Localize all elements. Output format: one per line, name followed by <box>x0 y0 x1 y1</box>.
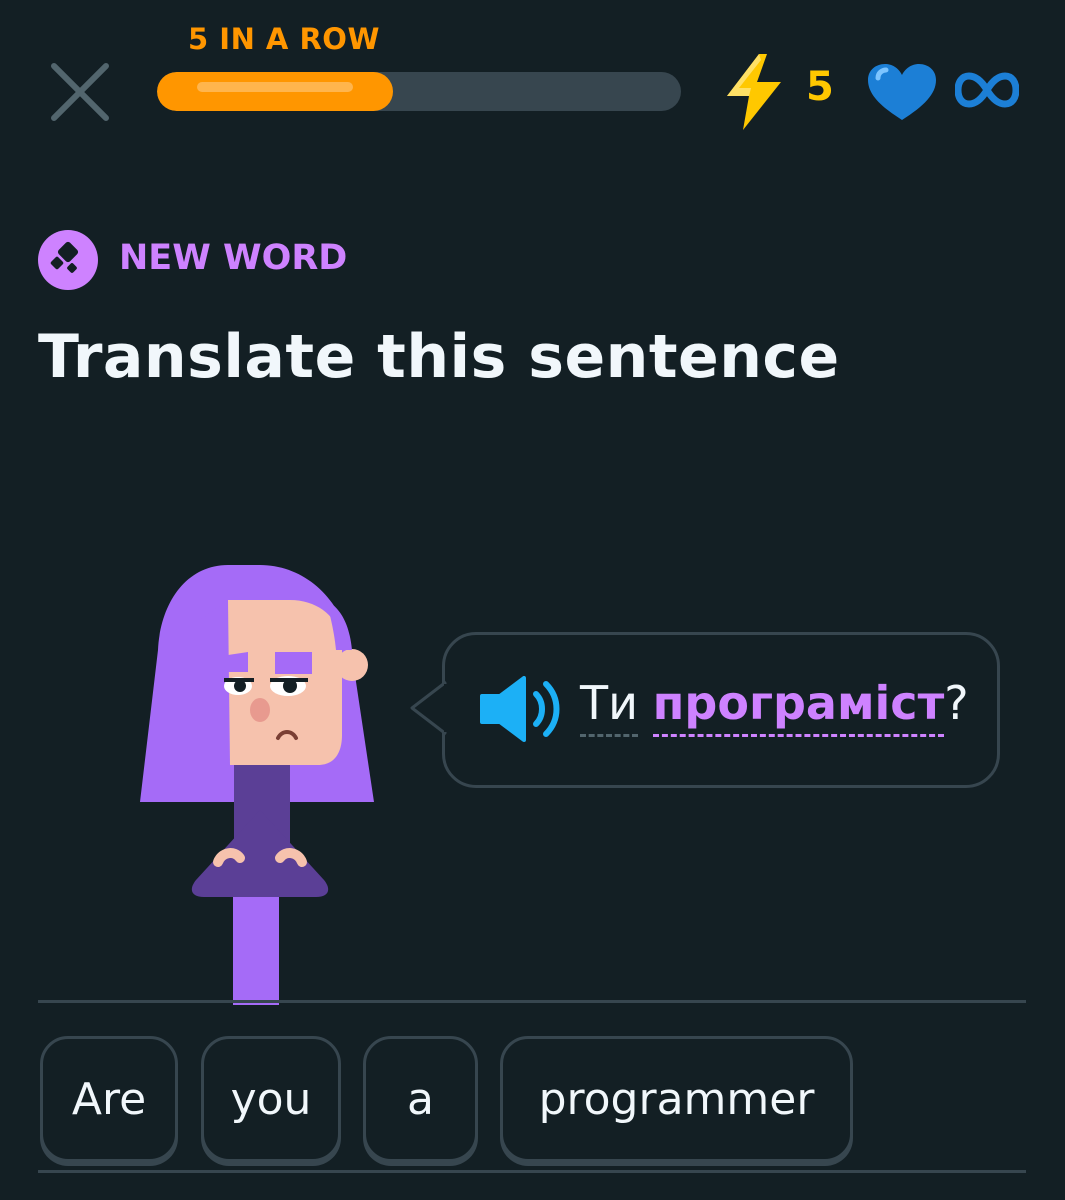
energy-count: 5 <box>806 64 834 110</box>
character-illustration <box>140 565 374 1005</box>
progress-fill <box>157 72 393 111</box>
heart-icon[interactable] <box>866 62 938 122</box>
character-eyelid-left <box>228 652 248 672</box>
prompt-sentence: Ти програміст? <box>580 676 969 737</box>
close-button[interactable] <box>44 56 116 128</box>
word-tile[interactable]: programmer <box>500 1036 853 1162</box>
word-tile[interactable]: a <box>363 1036 478 1162</box>
character-ear <box>336 649 368 681</box>
speaker-icon[interactable] <box>480 676 560 742</box>
prompt-punctuation: ? <box>944 676 969 730</box>
prompt-new-word[interactable]: програміст <box>652 676 945 737</box>
lightning-icon <box>727 54 781 130</box>
infinity-icon <box>955 72 1019 108</box>
character-stand <box>233 897 279 1005</box>
character-nose <box>250 698 270 722</box>
word-tile[interactable]: Are <box>40 1036 178 1162</box>
word-tile[interactable]: you <box>201 1036 341 1162</box>
lesson-screen: 5 IN A ROW 5 NEW WORD Translate this sen… <box>0 0 1065 1200</box>
new-word-icon <box>38 230 98 290</box>
character-body <box>191 810 329 897</box>
challenge-title: Translate this sentence <box>38 322 840 392</box>
streak-label: 5 IN A ROW <box>188 22 380 56</box>
new-word-label: NEW WORD <box>119 238 348 278</box>
close-icon <box>51 63 109 121</box>
character-eyelid-right <box>275 652 312 674</box>
speech-bubble-tail <box>410 680 448 736</box>
answer-line-bottom <box>38 1170 1026 1173</box>
prompt-word[interactable]: Ти <box>580 676 638 737</box>
lesson-progress-bar <box>157 72 681 111</box>
answer-line <box>38 1000 1026 1003</box>
progress-shine <box>197 82 353 92</box>
